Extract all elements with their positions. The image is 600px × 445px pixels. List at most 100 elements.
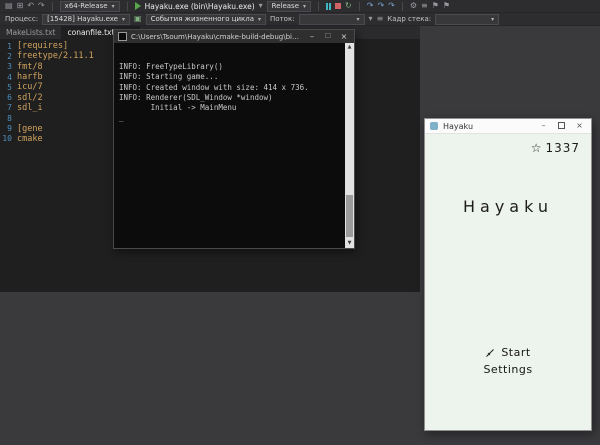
stackframe-combo[interactable]: ▾ (435, 14, 499, 25)
game-titlebar[interactable]: Hayaku – × (425, 119, 591, 134)
caret-down-icon[interactable]: ▾ (369, 15, 373, 23)
console-log-line: INFO: Created window with size: 414 x 73… (119, 83, 345, 93)
stop-icon[interactable] (335, 3, 341, 9)
console-minimize-button[interactable]: – (306, 33, 318, 41)
line-number: 9 (0, 124, 12, 133)
line-number: 8 (0, 114, 12, 123)
window-title: Hayaku (443, 122, 532, 131)
console-log-line: INFO: FreeTypeLibrary() (119, 62, 345, 72)
toolbar-separator (359, 2, 360, 11)
console-output[interactable]: INFO: FreeTypeLibrary() INFO: Starting g… (114, 43, 345, 248)
step-over-icon[interactable]: ↷ (377, 2, 384, 10)
menu-start-label: Start (501, 346, 530, 359)
console-log-line: INFO: Renderer(SDL_Window *window) (119, 93, 345, 103)
tab-cmakelists-txt[interactable]: MakeLists.txt (0, 26, 61, 39)
ide-toolbar-main: ▤ ⊞ ↶ ↷ x64-Release ▾ Hayaku.exe (bin\Ha… (0, 0, 600, 13)
console-titlebar[interactable]: C:\Users\Tsoum\Hayaku\cmake-build-debug\… (114, 30, 354, 43)
star-icon: ☆ (531, 142, 542, 154)
console-title: C:\Users\Tsoum\Hayaku\cmake-build-debug\… (131, 33, 302, 41)
list-icon[interactable]: ≡ (421, 2, 428, 10)
thread-label: Поток: (270, 15, 295, 23)
game-menu: Start Settings (425, 343, 591, 377)
scroll-thumb[interactable] (346, 195, 353, 237)
game-title: Hayaku (425, 197, 591, 216)
line-number: 7 (0, 103, 12, 112)
code-line[interactable]: harfb (17, 72, 43, 82)
close-button[interactable]: × (573, 122, 586, 130)
play-icon (135, 2, 141, 10)
line-number: 10 (0, 134, 12, 143)
caret-down-icon: ▾ (259, 2, 263, 10)
gear-icon[interactable]: ⚙ (410, 2, 417, 10)
restart-icon[interactable]: ↻ (345, 2, 352, 10)
process-value: [15428] Hayaku.exe (47, 15, 118, 23)
menu-start[interactable]: Start (425, 344, 591, 360)
line-number: 3 (0, 62, 12, 71)
caret-down-icon: ▾ (303, 3, 306, 10)
maximize-button[interactable] (555, 122, 568, 131)
console-close-button[interactable]: × (338, 33, 350, 41)
process-combo[interactable]: [15428] Hayaku.exe ▾ (42, 14, 130, 25)
stackframe-label: Кадр стека: (387, 15, 431, 23)
console-app-icon (118, 32, 127, 41)
code-line[interactable]: [requires] (17, 41, 68, 51)
sword-icon (485, 347, 496, 358)
line-number: 4 (0, 73, 12, 82)
toolbar-separator (318, 2, 319, 11)
caret-down-icon: ▾ (491, 16, 494, 23)
toolbar-separator (127, 2, 128, 11)
step-into-icon[interactable]: ↷ (367, 2, 374, 10)
console-scrollbar[interactable]: ▲ ▼ (345, 43, 354, 248)
redo-icon[interactable]: ↷ (38, 2, 45, 10)
code-line[interactable]: sdl/2 (17, 93, 43, 103)
caret-down-icon: ▾ (122, 16, 125, 23)
new-file-icon[interactable]: ▤ (5, 2, 13, 10)
code-line[interactable]: fmt/8 (17, 62, 43, 72)
desktop: ▤ ⊞ ↶ ↷ x64-Release ▾ Hayaku.exe (bin\Ha… (0, 0, 600, 445)
pause-icon[interactable] (326, 3, 331, 10)
console-window: C:\Users\Tsoum\Hayaku\cmake-build-debug\… (113, 29, 355, 249)
line-number: 6 (0, 93, 12, 102)
menu-settings-label: Settings (483, 363, 532, 376)
caret-down-icon: ▾ (357, 16, 360, 23)
process-label: Процесс: (5, 15, 38, 23)
platform-value: Release (272, 2, 299, 10)
line-number: 1 (0, 42, 12, 51)
ide-toolbar-debug: Процесс: [15428] Hayaku.exe ▾ ▣ События … (0, 13, 600, 26)
step-out-icon[interactable]: ↷ (388, 2, 395, 10)
console-maximize-button[interactable]: ☐ (322, 33, 334, 40)
run-target-label: Hayaku.exe (bin\Hayaku.exe) (145, 2, 255, 11)
undo-icon[interactable]: ↶ (27, 2, 34, 10)
bookmark-flag-icon[interactable]: ⚑ (432, 2, 439, 10)
code-line[interactable]: cmake (17, 134, 43, 144)
run-button[interactable]: Hayaku.exe (bin\Hayaku.exe) ▾ (135, 2, 263, 11)
grid-icon[interactable]: ▣ (134, 15, 142, 23)
score-display: ☆ 1337 (531, 141, 580, 155)
code-line[interactable]: freetype/2.11.1 (17, 51, 94, 61)
toolbar-separator (52, 2, 53, 11)
thread-combo[interactable]: ▾ (299, 14, 365, 25)
line-number: 2 (0, 52, 12, 61)
console-log-line: Initial -> MainMenu (119, 103, 345, 113)
lifecycle-events-combo[interactable]: События жизненного цикла ▾ (146, 14, 266, 25)
scroll-up-icon[interactable]: ▲ (345, 45, 354, 50)
configuration-value: x64-Release (65, 2, 108, 10)
caret-down-icon: ▾ (112, 3, 115, 10)
list-icon[interactable]: ≡ (377, 15, 384, 23)
scroll-down-icon[interactable]: ▼ (345, 241, 354, 246)
configuration-combo[interactable]: x64-Release ▾ (60, 1, 120, 12)
lifecycle-events-value: События жизненного цикла (151, 15, 254, 23)
menu-settings[interactable]: Settings (425, 361, 591, 377)
open-icon[interactable]: ⊞ (17, 2, 24, 10)
code-line[interactable]: icu/7 (17, 82, 43, 92)
console-cursor: _ (119, 113, 345, 123)
code-line[interactable]: [gene (17, 124, 43, 134)
caret-down-icon: ▾ (258, 16, 261, 23)
line-number: 5 (0, 83, 12, 92)
score-value: 1337 (545, 141, 580, 155)
code-line[interactable]: sdl_i (17, 103, 43, 113)
minimize-button[interactable]: – (537, 122, 550, 130)
game-window: Hayaku – × ☆ 1337 Hayaku Start Settings (424, 118, 592, 431)
bookmark-flag-icon[interactable]: ⚑ (443, 2, 450, 10)
platform-combo[interactable]: Release ▾ (267, 1, 311, 12)
